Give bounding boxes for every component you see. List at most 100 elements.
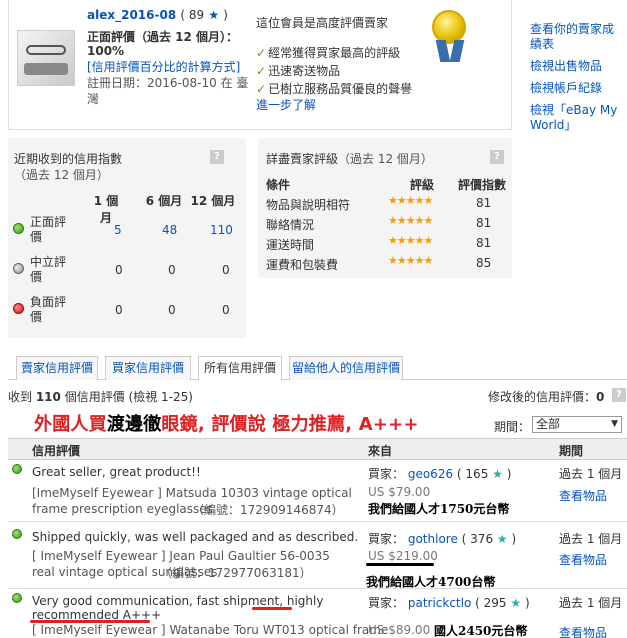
- col-feedback: 信用評價: [32, 444, 81, 458]
- tab-left-for-others[interactable]: 留給他人的信用評價: [289, 356, 403, 380]
- col-from: 來自: [368, 444, 393, 458]
- tab-seller-feedback[interactable]: 賣家信用評價: [16, 356, 98, 380]
- help-icon[interactable]: ?: [612, 388, 626, 402]
- registration-date: 註冊日期：2016-08-10 在 臺: [87, 74, 248, 91]
- positive-label: 正面評價: [30, 215, 67, 244]
- negative-12m: 0: [222, 303, 230, 317]
- table-row-divider: [8, 521, 627, 522]
- top-rated-medal-icon: [432, 10, 466, 44]
- feedback-period: 過去 1 個月: [559, 467, 623, 481]
- col-period: 期間: [559, 444, 584, 458]
- reg-value: 2016-08-10 在 臺: [147, 76, 249, 90]
- dsr-row-count: 81: [476, 196, 492, 210]
- positive-icon: [12, 593, 22, 603]
- top-rated-list: ✓ 經常獲得買家最高的評級 ✓ 迅速寄送物品 ✓ 已樹立服務品質優良的聲譽: [256, 44, 412, 98]
- rating-stars-icon: ★★★★★: [388, 194, 433, 207]
- positive-6m[interactable]: 48: [162, 223, 177, 237]
- item-price: US $79.00: [368, 485, 431, 499]
- buyer-info: 買家： geo626 ( 165 ★ ): [368, 467, 512, 481]
- period-select[interactable]: 全部 ▼: [532, 416, 622, 433]
- neutral-12m: 0: [222, 263, 230, 277]
- recent-ratings-title: 近期收到的信用指數: [14, 152, 123, 166]
- buyer-link[interactable]: gothlore: [408, 532, 458, 546]
- view-item-link[interactable]: 查看物品: [559, 551, 607, 568]
- recent-ratings-subtitle: （過去 12 個月）: [14, 168, 109, 182]
- check-icon: ✓: [256, 64, 267, 78]
- dsr-row-label: 物品與說明相符: [266, 198, 351, 212]
- help-icon[interactable]: ?: [210, 150, 224, 164]
- feedback-table-header: [8, 438, 627, 460]
- neutral-6m: 0: [168, 263, 176, 277]
- seller-name-line: alex_2016-08 ( 89 ★ ): [87, 8, 228, 22]
- handwritten-note: 我們給國人才1750元台幣: [368, 502, 510, 516]
- col-1-month: 1 個月: [93, 194, 119, 225]
- check-icon: ✓: [256, 46, 267, 60]
- chevron-down-icon: ▼: [611, 419, 618, 429]
- seller-name-link[interactable]: alex_2016-08: [87, 8, 176, 22]
- positive-12m[interactable]: 110: [210, 223, 233, 237]
- neutral-1m: 0: [115, 263, 123, 277]
- calc-method-link[interactable]: [信用評價百分比的計算方式]: [87, 58, 240, 75]
- my-world-link[interactable]: 檢視「eBay My World」: [530, 103, 617, 132]
- positive-icon: [12, 464, 22, 474]
- annotation-underline: [252, 607, 292, 610]
- positive-icon: [12, 529, 22, 539]
- rating-stars-icon: ★★★★★: [388, 234, 433, 247]
- learn-more-link[interactable]: 進一步了解: [256, 96, 316, 113]
- star-icon: ★: [510, 596, 522, 610]
- star-icon: ★: [496, 532, 508, 546]
- top-rated-title: 這位會員是高度評價賣家: [256, 16, 389, 30]
- seller-scorecard-link[interactable]: 查看你的賣家成績表: [530, 22, 614, 51]
- handwritten-note: 國人2450元台幣: [434, 624, 528, 638]
- account-history-link[interactable]: 檢視帳戶紀錄: [530, 81, 602, 95]
- feedback-comment: Very good communication, fast shipment, …: [32, 594, 324, 622]
- buyer-link[interactable]: geo626: [408, 467, 453, 481]
- revised-feedback: 修改後的信用評價：0: [488, 390, 605, 404]
- side-links: 查看你的賣家成績表 檢視出售物品 檢視帳戶紀錄 檢視「eBay My World…: [530, 22, 622, 140]
- dsr-row-label: 運費和包裝費: [266, 258, 339, 272]
- star-icon: ★: [492, 467, 503, 481]
- item-number: （編號：172977063181）: [160, 566, 312, 580]
- feedback-comment: Shipped quickly, was well packaged and a…: [32, 530, 359, 544]
- buyer-link[interactable]: patrickctlo: [408, 596, 471, 610]
- buyer-info: 買家： gothlore ( 376 ★ ): [368, 532, 517, 546]
- positive-rate-label: 正面評價（過去 12 個月）：: [87, 30, 239, 44]
- annotation-underline: [366, 563, 434, 566]
- table-row-divider: [8, 588, 627, 589]
- rating-stars-icon: ★★★★★: [388, 214, 433, 227]
- positive-rate-value: 100%: [87, 44, 125, 58]
- annotation-headline: 外國人買渡邊徹眼鏡, 評價說 極力推薦, A+++: [34, 414, 419, 435]
- tab-buyer-feedback[interactable]: 買家信用評價: [105, 356, 191, 380]
- period-select-value: 全部: [536, 417, 561, 431]
- dsr-col-rating: 評級: [410, 178, 435, 192]
- seller-score-close: ): [223, 8, 228, 22]
- view-items-link[interactable]: 檢視出售物品: [530, 59, 602, 73]
- view-item-link[interactable]: 查看物品: [559, 624, 607, 638]
- buyer-info: 買家： patrickctlo ( 295 ★ ): [368, 596, 530, 610]
- feedback-period: 過去 1 個月: [559, 532, 623, 546]
- negative-6m: 0: [168, 303, 176, 317]
- neutral-icon: [13, 263, 24, 274]
- col-6-months: 6 個月: [145, 194, 183, 208]
- reg-label: 註冊日期：: [87, 76, 148, 90]
- dsr-row-count: 81: [476, 236, 492, 250]
- feedback-period: 過去 1 個月: [559, 596, 623, 610]
- tab-all-feedback[interactable]: 所有信用評價: [198, 356, 282, 381]
- help-icon[interactable]: ?: [490, 150, 504, 164]
- seller-avatar[interactable]: [17, 30, 75, 86]
- reg-value-cont: 灣: [87, 92, 100, 106]
- feedback-item[interactable]: [ ImeMyself Eyewear ] Watanabe Toru WT01…: [32, 623, 388, 637]
- dsr-row-label: 聯絡情況: [266, 218, 315, 232]
- dsr-title: 詳盡賣家評級（過去 12 個月）: [266, 152, 433, 166]
- star-icon: ★: [208, 8, 220, 22]
- top-rated-item: ✓ 經常獲得買家最高的評級: [256, 46, 401, 60]
- dsr-col-criteria: 條件: [266, 178, 291, 192]
- rating-stars-icon: ★★★★★: [388, 254, 433, 267]
- item-number: （編號：172909146874）: [192, 503, 344, 517]
- positive-1m[interactable]: 5: [114, 223, 122, 237]
- dsr-row-count: 85: [476, 256, 492, 270]
- col-12-months: 12 個月: [190, 194, 236, 208]
- item-price: US $219.00: [368, 549, 438, 563]
- neutral-label: 中立評價: [30, 255, 67, 284]
- view-item-link[interactable]: 查看物品: [559, 487, 607, 504]
